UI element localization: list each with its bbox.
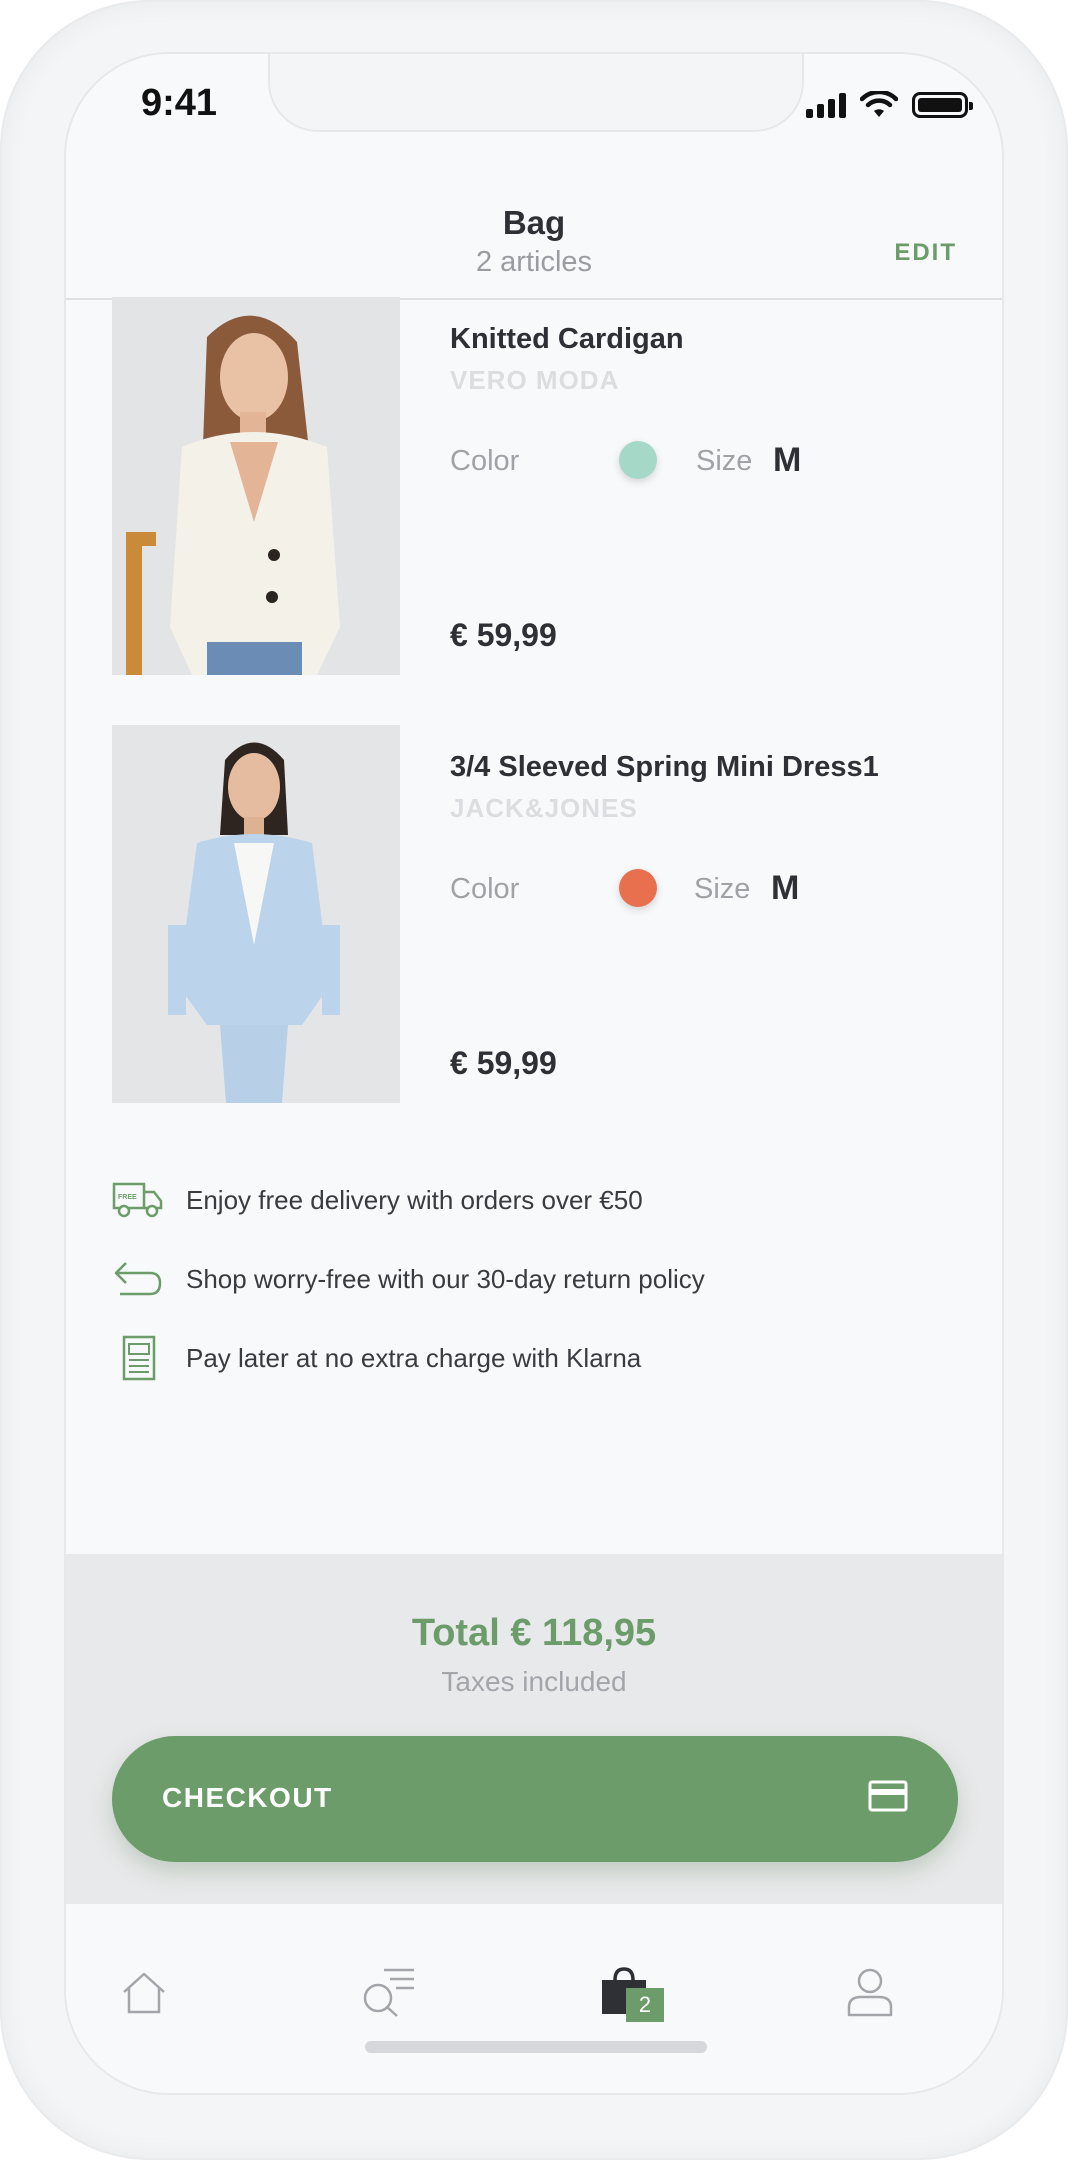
- tab-search[interactable]: [349, 1952, 429, 2032]
- size-label: Size: [696, 445, 753, 477]
- perk-item: Pay later at no extra charge with Klarna: [112, 1333, 641, 1383]
- size-value[interactable]: M: [773, 441, 801, 480]
- order-summary: Total € 118,95 Taxes included CHECKOUT: [66, 1554, 1002, 1904]
- battery-icon: [912, 92, 973, 118]
- product-image[interactable]: [112, 297, 400, 675]
- product-brand: VERO MODA: [450, 365, 620, 395]
- color-swatch[interactable]: [619, 441, 657, 479]
- credit-card-icon: [868, 1780, 908, 1817]
- color-label: Color: [450, 445, 520, 477]
- profile-icon: [847, 1968, 893, 2017]
- product-image[interactable]: [112, 725, 400, 1103]
- tab-home[interactable]: [104, 1952, 184, 2032]
- size-label: Size: [694, 873, 751, 905]
- product-name[interactable]: Knitted Cardigan: [450, 323, 684, 356]
- perk-item: FREE Enjoy free delivery with orders ove…: [112, 1175, 643, 1225]
- bag-count-badge: 2: [626, 1988, 664, 2022]
- perk-item: Shop worry-free with our 30-day return p…: [112, 1254, 705, 1304]
- delivery-truck-icon: FREE: [112, 1178, 164, 1222]
- phone-frame: 9:41 Bag 2 articles EDIT Knitted Cardiga…: [0, 0, 1068, 2160]
- svg-text:FREE: FREE: [118, 1194, 137, 1201]
- bag-item[interactable]: Knitted Cardigan VERO MODA Color Size M …: [112, 297, 962, 675]
- product-brand: JACK&JONES: [450, 793, 638, 823]
- tab-bag[interactable]: 2: [584, 1952, 664, 2032]
- checkout-button[interactable]: CHECKOUT: [112, 1736, 958, 1862]
- perk-text: Pay later at no extra charge with Klarna: [186, 1342, 642, 1373]
- product-name[interactable]: 3/4 Sleeved Spring Mini Dress1: [450, 751, 879, 784]
- color-swatch[interactable]: [619, 869, 657, 907]
- search-list-icon: [363, 1968, 414, 2017]
- home-indicator: [365, 2041, 707, 2053]
- header: Bag 2 articles EDIT: [66, 154, 1002, 300]
- home-icon: [123, 1972, 165, 2014]
- receipt-icon: [112, 1335, 164, 1381]
- page-title: Bag: [502, 204, 566, 241]
- perk-text: Shop worry-free with our 30-day return p…: [186, 1263, 705, 1294]
- size-value[interactable]: M: [771, 869, 799, 908]
- return-arrow-icon: [112, 1257, 164, 1301]
- checkout-label: CHECKOUT: [162, 1782, 333, 1813]
- color-label: Color: [450, 873, 520, 905]
- wifi-icon: [860, 91, 898, 117]
- tab-bar: 2: [66, 1904, 1002, 2093]
- status-time: 9:41: [141, 82, 218, 124]
- taxes-note: Taxes included: [441, 1666, 627, 1697]
- status-icons: [806, 91, 973, 119]
- perk-text: Enjoy free delivery with orders over €50: [186, 1184, 643, 1215]
- order-total: Total € 118,95: [411, 1612, 657, 1654]
- product-price: € 59,99: [450, 617, 557, 653]
- article-count: 2 articles: [475, 246, 593, 278]
- tab-profile[interactable]: [830, 1952, 910, 2032]
- notch: [268, 54, 804, 132]
- signal-icon: [806, 92, 846, 118]
- bag-item[interactable]: 3/4 Sleeved Spring Mini Dress1 JACK&JONE…: [112, 725, 962, 1103]
- product-price: € 59,99: [450, 1045, 557, 1081]
- screen: 9:41 Bag 2 articles EDIT Knitted Cardiga…: [64, 52, 1004, 2095]
- edit-button[interactable]: EDIT: [894, 239, 957, 267]
